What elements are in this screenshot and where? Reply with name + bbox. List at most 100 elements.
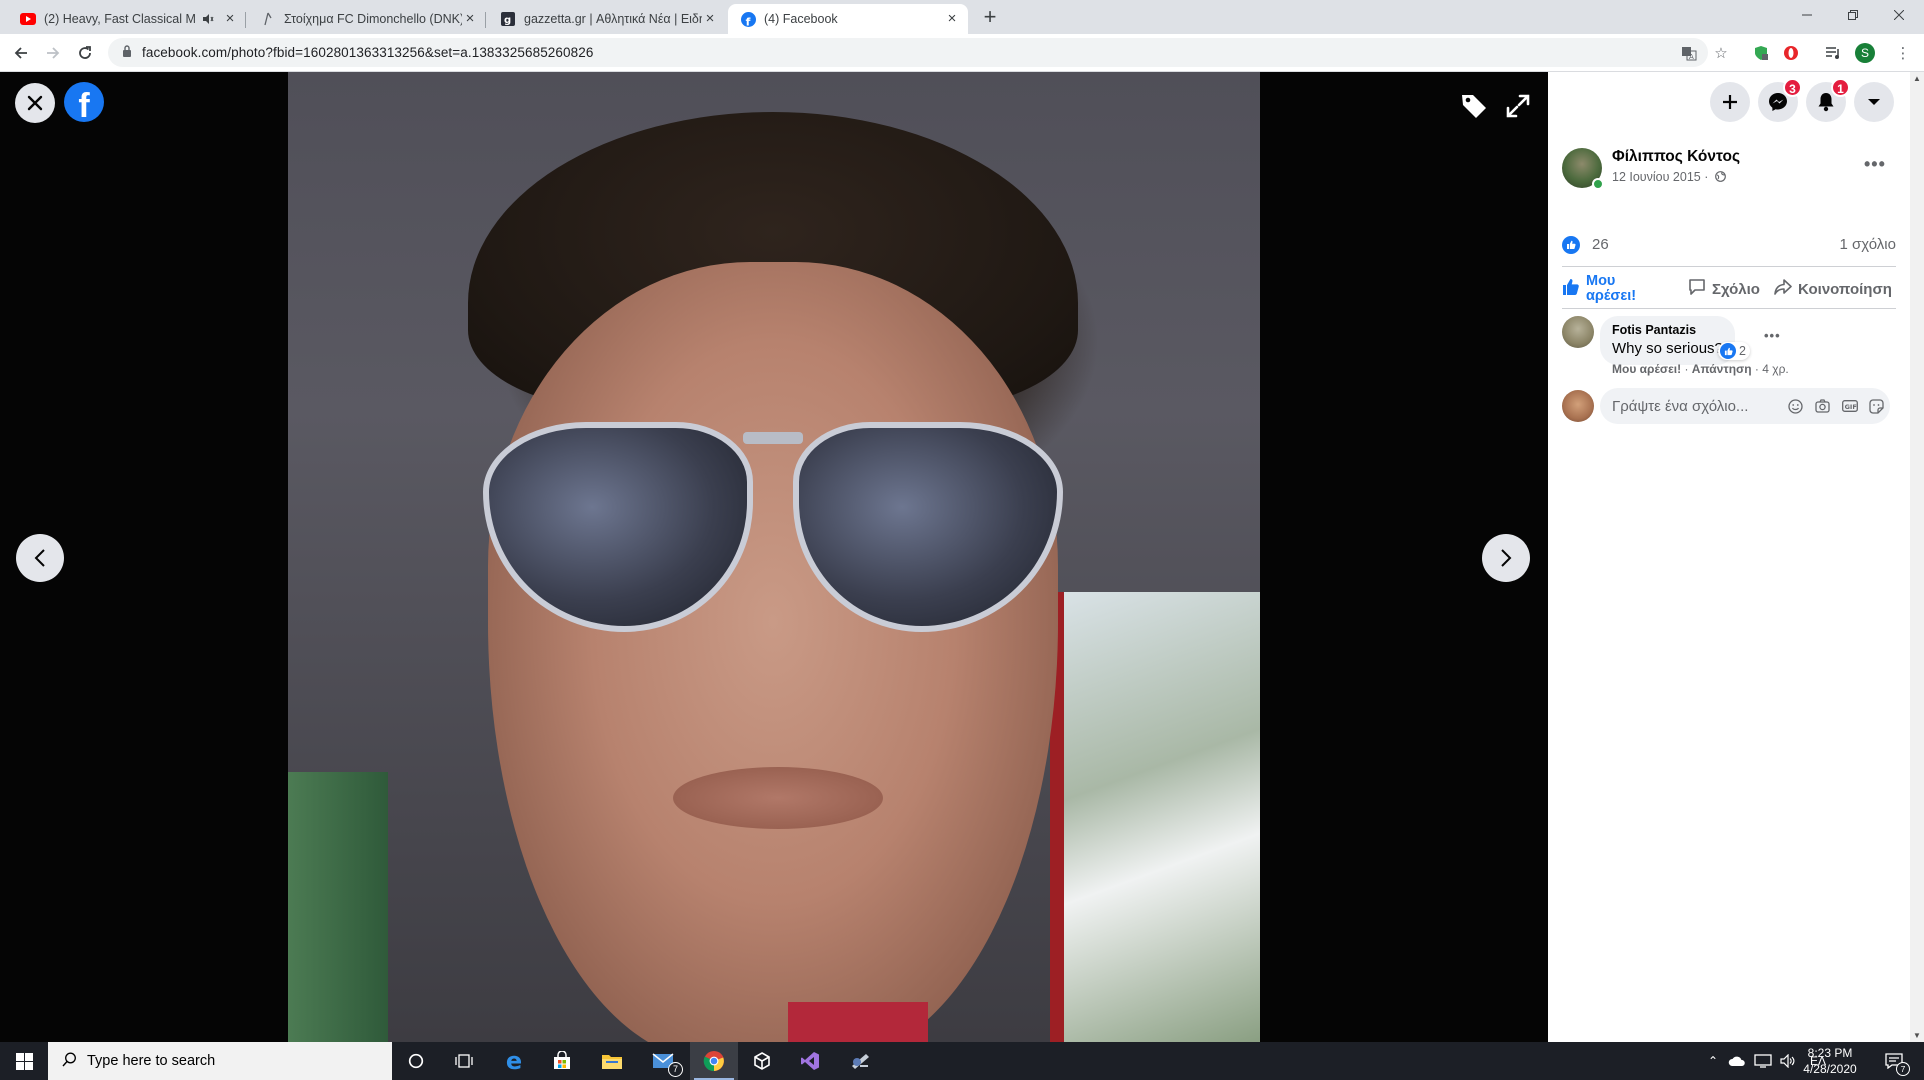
speaker-icon[interactable] [200, 11, 216, 27]
bookmark-star-icon[interactable]: ☆ [1710, 42, 1732, 64]
restore-button[interactable] [1830, 0, 1876, 30]
address-bar[interactable]: facebook.com/photo?fbid=1602801363313256… [108, 38, 1708, 67]
back-arrow-icon [14, 47, 27, 59]
tab-separator [485, 12, 486, 28]
facebook-logo[interactable]: f [64, 82, 104, 122]
sticker-icon[interactable] [1863, 392, 1890, 420]
taskbar-chrome[interactable] [690, 1042, 738, 1080]
post-author-name[interactable]: Φίλιππος Κόντος [1612, 148, 1740, 166]
taskbar-unity[interactable] [738, 1042, 786, 1080]
emoji-icon[interactable] [1782, 392, 1809, 420]
post-date[interactable]: 12 Ιουνίου 2015 · [1612, 170, 1726, 184]
comment-author-avatar[interactable] [1562, 316, 1594, 348]
close-tab-icon[interactable]: × [702, 11, 718, 27]
messenger-button[interactable]: 3 [1758, 78, 1802, 122]
like-reaction-icon[interactable] [1562, 236, 1580, 254]
cortana-button[interactable] [392, 1042, 440, 1080]
tab-gazzetta[interactable]: g gazzetta.gr | Αθλητικά Νέα | Ειδή × [488, 4, 726, 34]
next-photo-button[interactable] [1482, 534, 1530, 582]
camera-icon[interactable] [1809, 392, 1836, 420]
network-icon[interactable] [1750, 1054, 1776, 1068]
onedrive-icon[interactable] [1724, 1055, 1750, 1067]
close-tab-icon[interactable]: × [222, 11, 238, 27]
taskbar-search[interactable]: Type here to search [48, 1042, 392, 1080]
account-menu-button[interactable] [1854, 82, 1894, 122]
tag-icon [1462, 95, 1486, 118]
comment-reply-link[interactable]: Απάντηση [1692, 362, 1752, 376]
tab-separator [245, 12, 246, 28]
url-text: facebook.com/photo?fbid=1602801363313256… [142, 45, 594, 60]
comment-options-icon[interactable]: ••• [1764, 328, 1781, 343]
scroll-down-arrow-icon[interactable]: ▼ [1913, 1031, 1921, 1040]
panel-scrollbar[interactable]: ▲ ▼ [1910, 72, 1924, 1042]
page-icon [260, 11, 276, 27]
media-control-icon[interactable] [1822, 42, 1844, 64]
show-hidden-icons-icon[interactable]: ⌃ [1702, 1054, 1724, 1068]
translate-icon[interactable]: A [1678, 42, 1700, 64]
mail-badge: 7 [668, 1062, 683, 1077]
cortana-circle-icon [408, 1053, 424, 1069]
new-tab-button[interactable]: + [978, 6, 1002, 30]
post-options-icon[interactable]: ••• [1864, 154, 1886, 175]
gif-icon[interactable]: GIF [1836, 392, 1863, 420]
back-button[interactable] [10, 42, 32, 64]
comment-input[interactable] [1612, 397, 1782, 415]
comment-age[interactable]: 4 χρ. [1762, 362, 1788, 376]
taskbar-app[interactable] [836, 1042, 884, 1080]
photo-shirt [788, 1002, 928, 1042]
extension-shield-icon[interactable] [1750, 42, 1772, 64]
browser-toolbar: facebook.com/photo?fbid=1602801363313256… [0, 34, 1924, 72]
profile-avatar[interactable]: S [1854, 42, 1876, 64]
minimize-icon [1802, 14, 1812, 16]
create-button[interactable] [1710, 82, 1750, 122]
taskbar-store[interactable] [538, 1042, 586, 1080]
close-tab-icon[interactable]: × [944, 11, 960, 27]
opera-extension-icon[interactable] [1780, 42, 1802, 64]
app-icon [852, 1054, 869, 1069]
taskbar-mail[interactable]: 7 [640, 1042, 688, 1080]
svg-text:g: g [504, 15, 511, 26]
action-center-button[interactable]: 7 [1872, 1042, 1916, 1080]
photo-face [488, 262, 1058, 1042]
post-date-text: 12 Ιουνίου 2015 · [1612, 170, 1709, 184]
like-button[interactable]: Μου αρέσει! [1562, 270, 1646, 308]
comment-like-link[interactable]: Μου αρέσει! [1612, 362, 1681, 376]
comment-count[interactable]: 1 σχόλιο [1840, 236, 1896, 253]
comment-author-name[interactable]: Fotis Pantazis [1612, 323, 1723, 337]
write-comment-box[interactable]: GIF [1600, 388, 1890, 424]
chevron-right-icon [1501, 549, 1512, 567]
notifications-button[interactable]: 1 [1806, 78, 1850, 122]
close-tab-icon[interactable]: × [462, 11, 478, 27]
minimize-button[interactable] [1784, 0, 1830, 30]
chevron-left-icon [34, 549, 45, 567]
fullscreen-button[interactable] [1498, 86, 1538, 126]
share-button[interactable]: Κοινοποίηση [1774, 270, 1892, 308]
close-window-button[interactable] [1876, 0, 1922, 30]
taskbar-clock[interactable]: 8:23 PM 4/28/2020 [1790, 1045, 1870, 1077]
start-button[interactable] [0, 1042, 48, 1080]
forward-button[interactable] [42, 42, 64, 64]
reload-button[interactable] [74, 42, 96, 64]
folder-icon [602, 1055, 622, 1069]
unity-icon [754, 1052, 770, 1070]
task-view-button[interactable] [440, 1042, 488, 1080]
tab-stoixima[interactable]: Στοίχημα FC Dimonchello (DNK) × [248, 4, 486, 34]
taskbar-edge[interactable]: e [490, 1042, 538, 1080]
comment-button[interactable]: Σχόλιο [1688, 270, 1760, 308]
svg-text:GIF: GIF [1844, 403, 1856, 411]
comment-reactions[interactable]: 2 [1718, 342, 1750, 360]
like-count[interactable]: 26 [1592, 236, 1609, 253]
scroll-up-arrow-icon[interactable]: ▲ [1913, 74, 1921, 83]
thumbs-up-icon [1562, 278, 1580, 301]
divider [1562, 266, 1896, 267]
current-user-avatar[interactable] [1562, 390, 1594, 422]
taskbar-file-explorer[interactable] [588, 1042, 636, 1080]
tab-facebook[interactable]: f (4) Facebook × [728, 4, 968, 34]
close-viewer-button[interactable] [15, 83, 55, 123]
tab-youtube[interactable]: (2) Heavy, Fast Classical Mus × [8, 4, 246, 34]
facebook-icon: f [740, 11, 756, 27]
tag-photo-button[interactable] [1454, 86, 1494, 126]
taskbar-visual-studio[interactable] [786, 1042, 834, 1080]
chrome-menu-icon[interactable]: ⋮ [1892, 42, 1914, 64]
previous-photo-button[interactable] [16, 534, 64, 582]
